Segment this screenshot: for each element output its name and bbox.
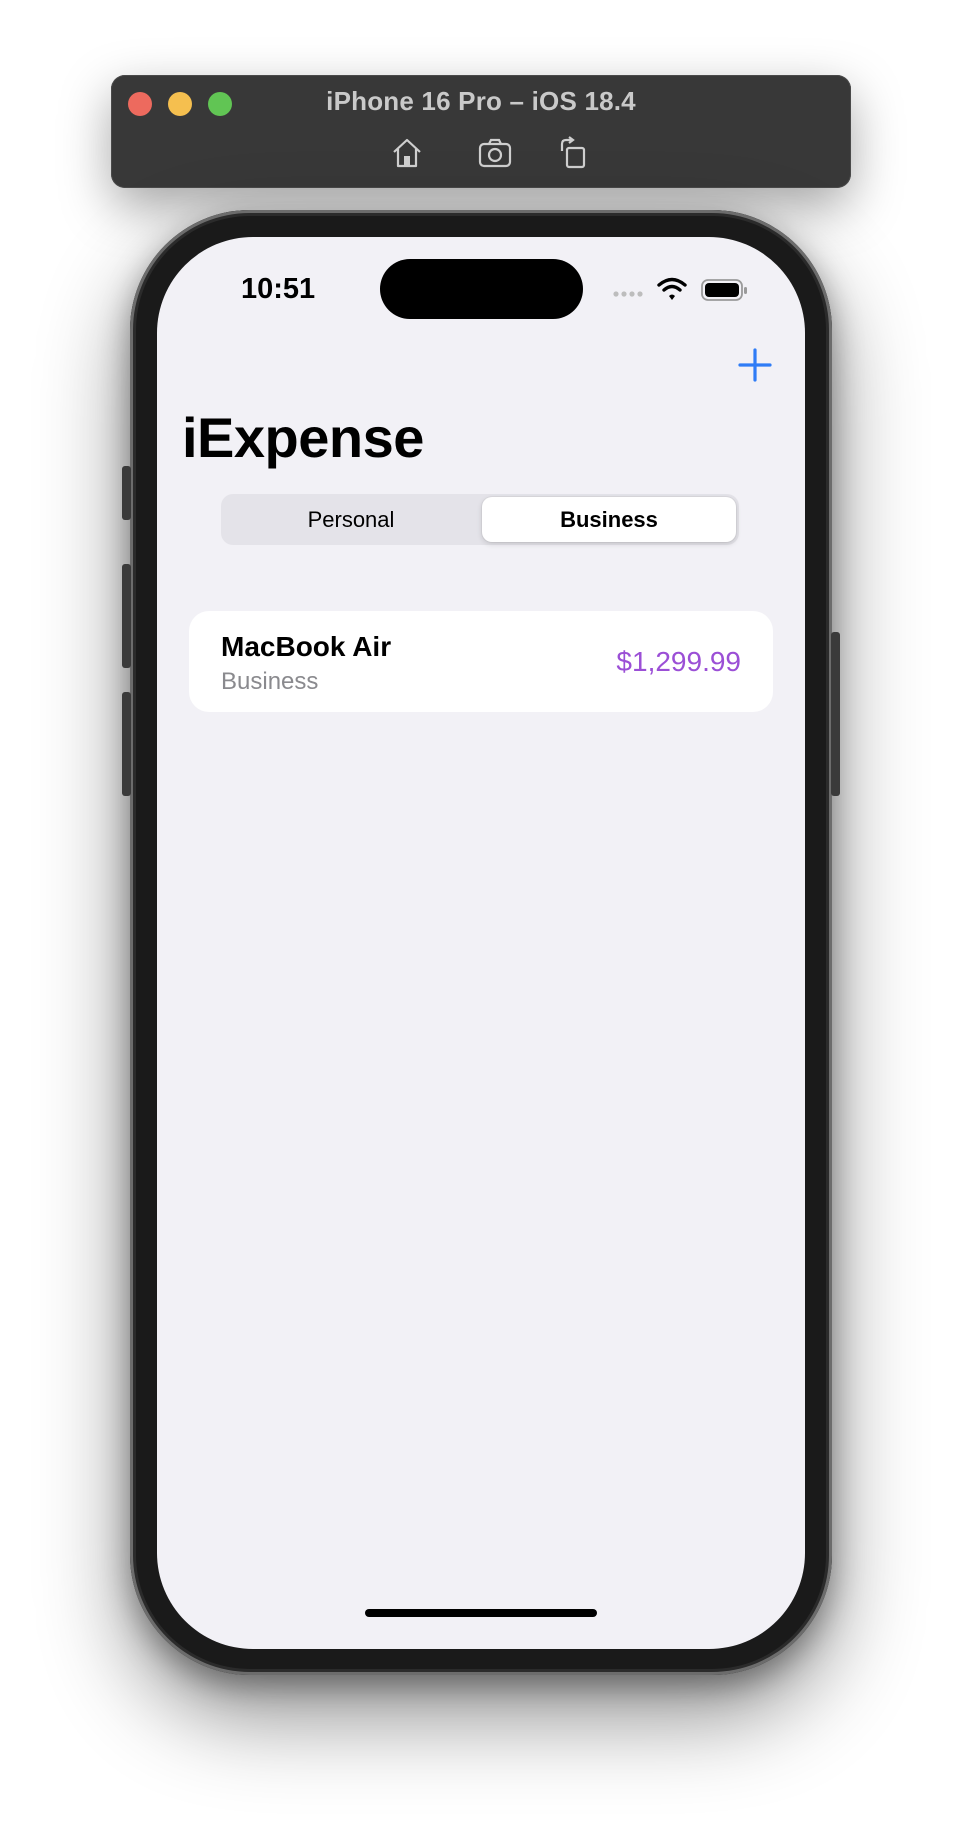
dynamic-island [380,259,583,319]
page-title: iExpense [182,406,424,469]
camera-icon [478,138,512,168]
volume-down-button[interactable] [122,692,131,796]
plus-icon [738,348,772,382]
segment-business[interactable]: Business [482,497,736,542]
list-item[interactable]: MacBook Air Business $1,299.99 [189,611,773,712]
expense-name: MacBook Air [221,631,392,662]
wifi-icon [657,277,687,300]
home-indicator[interactable] [365,1609,597,1617]
status-icons [613,277,749,303]
simulator-title: iPhone 16 Pro – iOS 18.4 [326,86,636,116]
action-button[interactable] [122,466,131,520]
add-expense-button[interactable] [735,345,775,385]
expense-type: Business [221,668,319,695]
volume-up-button[interactable] [122,564,131,668]
home-icon [393,138,421,168]
device-screen: 10:51 iExpense Personal Business MacBook… [157,237,805,1649]
rotate-icon [560,136,586,169]
home-button[interactable] [389,135,425,171]
expense-type-picker: Personal Business [221,494,739,545]
segment-personal[interactable]: Personal [224,497,478,542]
rotate-button[interactable] [556,135,592,171]
status-time: 10:51 [241,273,316,305]
screenshot-button[interactable] [477,135,513,171]
battery-icon [701,279,747,301]
expense-amount: $1,299.99 [616,646,741,677]
cellular-signal-icon [613,291,643,297]
side-power-button[interactable] [831,632,840,796]
